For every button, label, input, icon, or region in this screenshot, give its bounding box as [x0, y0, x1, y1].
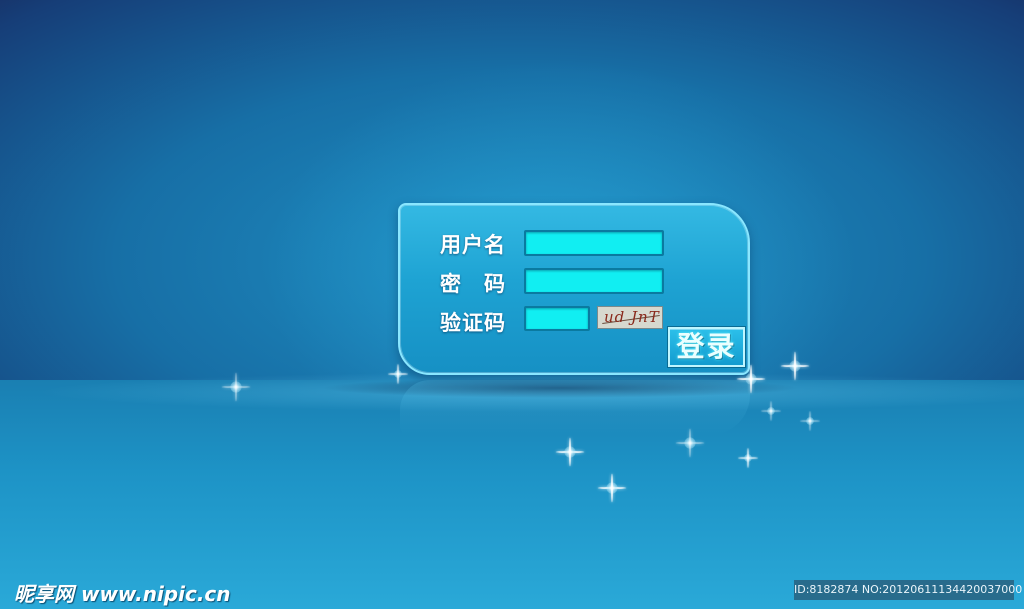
watermark-id-text: ID:8182874 NO:20120611134420037000	[794, 580, 1022, 600]
password-label: 密 码	[440, 272, 506, 296]
username-input[interactable]	[524, 230, 664, 256]
password-input[interactable]	[524, 268, 664, 294]
panel-reflection	[400, 380, 750, 435]
login-button[interactable]: 登录	[668, 327, 745, 367]
username-label: 用户名	[440, 233, 506, 257]
watermark-site-text: 昵享网 www.nipic.cn	[14, 582, 231, 606]
captcha-input[interactable]	[524, 306, 590, 331]
captcha-image-text: ud JnT	[604, 308, 660, 326]
captcha-image[interactable]: ud JnT	[597, 306, 663, 329]
login-page: 用户名 密 码 验证码 ud JnT 登录 昵享网 www.nipic.cn I…	[0, 0, 1024, 609]
captcha-label: 验证码	[440, 311, 506, 335]
